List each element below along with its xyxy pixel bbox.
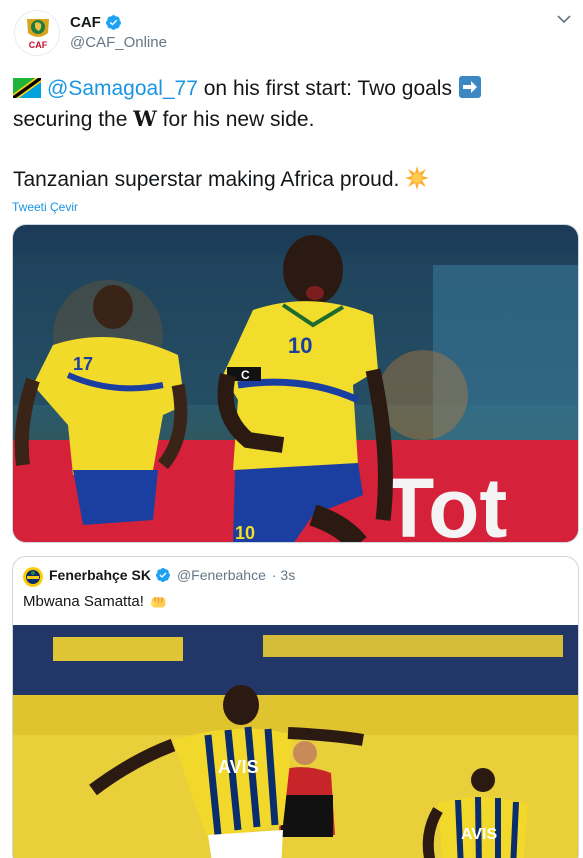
jersey-number-left: 17 [73,354,93,374]
translate-tweet-link[interactable]: Tweeti Çevir [12,200,78,214]
quoted-text: Mbwana Samatta! [23,593,144,610]
quoted-time[interactable]: · 3s [272,567,295,583]
football-photo-taifa-stars: Tot 17 10 C 10 [13,225,578,543]
board-text: Tot [383,461,507,543]
text-line2-pre: securing the [13,108,134,131]
tweet-card[interactable]: CAF CAF @CAF_Online @Samagoal_77 on his … [0,0,583,858]
quoted-photo[interactable]: AVIS AVIS [13,625,578,858]
quoted-handle[interactable]: @Fenerbahce [177,567,266,583]
quoted-tweet[interactable]: Fenerbahçe SK @Fenerbahce · 3s Mbwana Sa… [12,556,579,858]
jersey-number-main: 10 [288,333,312,358]
chevron-down-icon[interactable] [555,10,573,28]
caf-avatar[interactable]: CAF [14,10,60,56]
handle[interactable]: @CAF_Online [70,34,167,51]
captain-band: C [241,368,250,382]
text-line3: Tanzanian superstar making Africa proud. [13,168,400,191]
shirt-sponsor-main: AVIS [218,757,259,777]
tweet-photo[interactable]: Tot 17 10 C 10 [12,224,579,543]
tanzania-flag-icon [13,78,41,98]
quoted-display-name[interactable]: Fenerbahçe SK [49,567,151,583]
tweet-text: @Samagoal_77 on his first start: Two goa… [13,74,573,195]
display-name[interactable]: CAF [70,14,101,31]
football-photo-fenerbahce: AVIS AVIS [13,625,578,858]
text-line2-bold: W [133,106,157,131]
mention-link[interactable]: @Samagoal_77 [47,77,198,100]
caf-logo-text: CAF [29,40,48,50]
fenerbahce-avatar[interactable] [23,567,43,587]
right-arrow-icon [458,76,481,98]
jersey-number-bottom: 10 [235,523,255,543]
text-line1: on his first start: Two goals [197,77,452,100]
fenerbahce-logo-icon [23,567,43,587]
glowing-star-icon [405,166,430,190]
shirt-sponsor-teammate: AVIS [461,826,497,843]
text-line2-post: for his new side. [156,108,315,131]
oncoming-fist-icon [150,597,166,608]
caf-logo-icon: CAF [15,11,59,55]
verified-badge-icon [155,568,170,582]
verified-badge-icon [105,15,121,30]
